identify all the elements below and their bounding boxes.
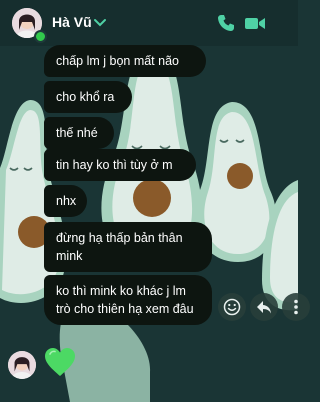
message-bubble[interactable]: chấp lm j bọn mất não [44,45,206,77]
message-bubble[interactable]: đừng hạ thấp bản thân mink [44,222,212,272]
message-bubble[interactable]: thế nhé [44,117,114,149]
message-list: chấp lm j bọn mất não cho khổ ra thế nhé… [0,0,310,402]
reply-icon [257,301,271,314]
more-options-button[interactable] [282,293,310,321]
emoji-react-button[interactable] [218,293,246,321]
message-bubble[interactable]: ko thì mink ko khác j lm trò cho thiên h… [44,275,212,325]
emoji-react-icon [223,298,241,316]
reply-button[interactable] [250,293,278,321]
more-options-icon [294,299,298,315]
message-bubble[interactable]: nhx [44,185,87,217]
green-heart-icon[interactable] [44,347,76,377]
message-bubble[interactable]: cho khổ ra [44,81,132,113]
message-bubble[interactable]: tin hay ko thì tùy ở m [44,149,196,181]
sender-avatar[interactable] [8,351,36,379]
